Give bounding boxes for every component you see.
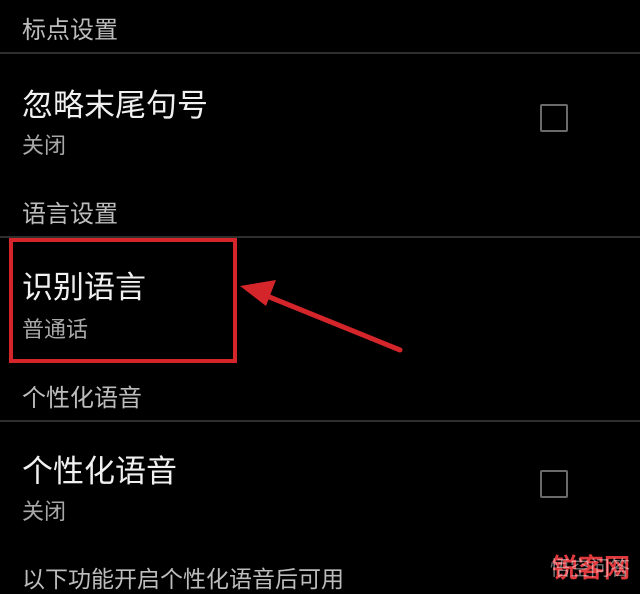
pref-summary: 关闭 — [22, 500, 67, 525]
pref-title: 个性化语音 — [22, 454, 177, 490]
ignore-trailing-period-checkbox[interactable] — [540, 104, 568, 132]
annotation-highlight-box — [9, 238, 237, 363]
pref-title: 忽略末尾句号 — [22, 88, 208, 124]
footer-note: 以下功能开启个性化语音后可用 — [22, 567, 344, 593]
pref-summary: 关闭 — [22, 134, 67, 159]
watermark-overlay: 悟空问答 — [550, 556, 630, 580]
section-header-punctuation: 标点设置 — [22, 16, 118, 44]
section-header-personalized-voice: 个性化语音 — [22, 384, 142, 412]
pref-personalized-voice[interactable]: 个性化语音 关闭 — [0, 422, 640, 544]
personalized-voice-checkbox[interactable] — [540, 470, 568, 498]
pref-ignore-trailing-period[interactable]: 忽略末尾句号 关闭 — [0, 54, 640, 176]
section-header-language: 语言设置 — [22, 200, 118, 228]
watermark: 锐客网 悟空问答 — [550, 548, 630, 585]
